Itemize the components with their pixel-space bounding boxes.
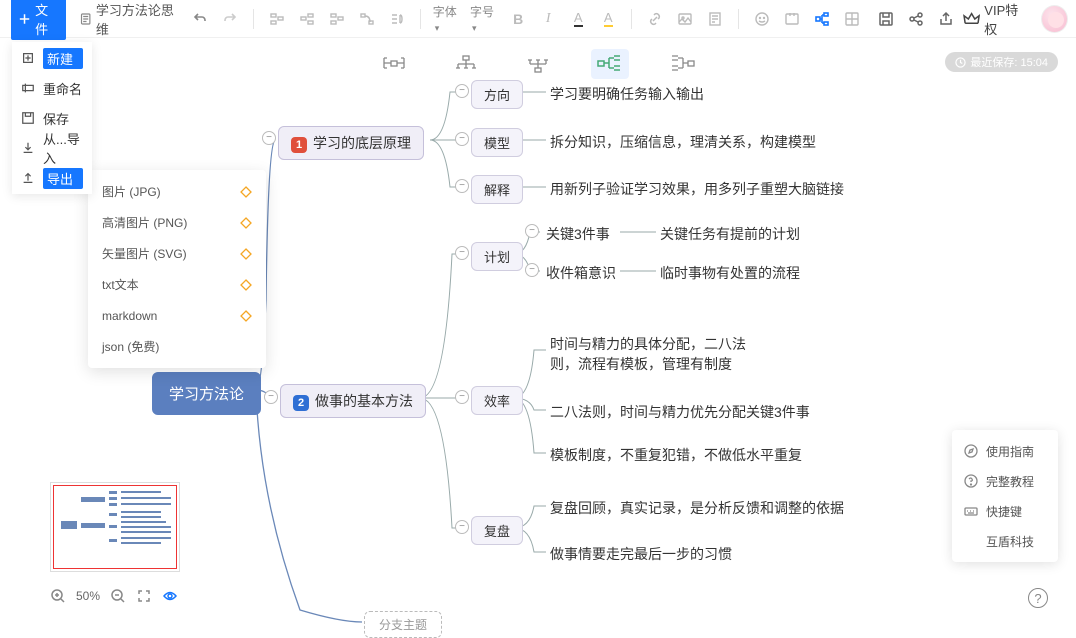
struct-option-5[interactable] xyxy=(663,49,701,79)
clock-icon xyxy=(955,57,966,68)
export-json[interactable]: json (免费) xyxy=(88,331,266,362)
node-efficiency[interactable]: 效率 xyxy=(471,386,523,415)
leaf-node[interactable]: 模板制度，不重复犯错，不做低水平重复 xyxy=(546,443,806,467)
node-plan[interactable]: 计划 xyxy=(471,242,523,271)
premium-icon xyxy=(240,217,252,229)
help-tutorial[interactable]: 完整教程 xyxy=(952,466,1058,496)
node-direction[interactable]: 方向 xyxy=(471,80,523,109)
help-company[interactable]: 互盾科技 xyxy=(952,526,1058,556)
struct-option-2[interactable] xyxy=(447,49,485,79)
node-method[interactable]: 2做事的基本方法 xyxy=(280,384,426,418)
question-icon xyxy=(964,474,978,488)
export-svg[interactable]: 矢量图片 (SVG) xyxy=(88,238,266,269)
leaf-node[interactable]: 关键任务有提前的计划 xyxy=(656,222,804,246)
leaf-node[interactable]: 关键3件事 xyxy=(542,222,614,246)
node-review[interactable]: 复盘 xyxy=(471,516,523,545)
leaf-node[interactable]: 收件箱意识 xyxy=(542,261,620,285)
export-md[interactable]: markdown xyxy=(88,300,266,331)
zoom-in-icon xyxy=(50,588,66,604)
node-explain[interactable]: 解释 xyxy=(471,175,523,204)
fullscreen-button[interactable] xyxy=(136,588,152,604)
menu-new[interactable]: 新建 xyxy=(13,43,91,73)
save-status-badge: 最近保存: 15:04 xyxy=(945,52,1058,72)
export-submenu: 图片 (JPG) 高清图片 (PNG) 矢量图片 (SVG) txt文本 mar… xyxy=(88,170,266,368)
leaf-node[interactable]: 学习要明确任务输入输出 xyxy=(546,82,708,106)
leaf-node[interactable]: 用新列子验证学习效果，用多列子重塑大脑链接 xyxy=(546,177,848,201)
collapse-toggle[interactable]: − xyxy=(455,84,469,98)
collapse-toggle[interactable]: − xyxy=(455,520,469,534)
struct-option-3[interactable] xyxy=(519,49,557,79)
zoom-controls: 50% xyxy=(50,588,178,604)
collapse-toggle[interactable]: − xyxy=(455,246,469,260)
help-button[interactable]: ? xyxy=(1028,588,1048,608)
collapse-toggle[interactable]: − xyxy=(455,132,469,146)
premium-icon xyxy=(240,248,252,260)
preview-button[interactable] xyxy=(162,588,178,604)
leaf-node[interactable]: 做事情要走完最后一步的习惯 xyxy=(546,542,736,566)
leaf-node[interactable]: 二八法则，时间与精力优先分配关键3件事 xyxy=(546,400,814,424)
menu-import[interactable]: 从...导入 xyxy=(13,133,91,163)
export-png[interactable]: 高清图片 (PNG) xyxy=(88,207,266,238)
node-principle[interactable]: 1学习的底层原理 xyxy=(278,126,424,160)
leaf-node[interactable]: 复盘回顾，真实记录，是分析反馈和调整的依据 xyxy=(546,496,848,520)
struct-option-1[interactable] xyxy=(375,49,413,79)
zoom-in-button[interactable] xyxy=(50,588,66,604)
keyboard-icon xyxy=(964,504,978,518)
zoom-out-icon xyxy=(110,588,126,604)
compass-icon xyxy=(964,444,978,458)
leaf-node[interactable]: 时间与精力的具体分配，二八法则，流程有模板，管理有制度 xyxy=(546,332,776,376)
export-txt[interactable]: txt文本 xyxy=(88,269,266,300)
node-model[interactable]: 模型 xyxy=(471,128,523,157)
collapse-toggle[interactable]: − xyxy=(262,131,276,145)
collapse-toggle[interactable]: − xyxy=(525,224,539,238)
collapse-toggle[interactable]: − xyxy=(455,179,469,193)
struct-option-4[interactable] xyxy=(591,49,629,79)
export-jpg[interactable]: 图片 (JPG) xyxy=(88,176,266,207)
leaf-node[interactable]: 临时事物有处置的流程 xyxy=(656,261,804,285)
menu-rename[interactable]: 重命名 xyxy=(13,73,91,103)
zoom-level: 50% xyxy=(76,589,100,603)
premium-icon xyxy=(240,279,252,291)
zoom-out-button[interactable] xyxy=(110,588,126,604)
leaf-node[interactable]: 拆分知识，压缩信息，理清关系，构建模型 xyxy=(546,130,820,154)
file-dropdown: 新建 重命名 保存 从...导入 导出 xyxy=(12,42,92,194)
premium-icon xyxy=(240,186,252,198)
collapse-toggle[interactable]: − xyxy=(525,263,539,277)
eye-icon xyxy=(162,588,178,604)
collapse-toggle[interactable]: − xyxy=(455,390,469,404)
structure-selector xyxy=(0,44,1076,84)
branch-placeholder[interactable]: 分支主题 xyxy=(364,611,442,638)
menu-export[interactable]: 导出 xyxy=(13,163,91,193)
help-guide[interactable]: 使用指南 xyxy=(952,436,1058,466)
root-node[interactable]: 学习方法论 xyxy=(152,372,261,415)
fullscreen-icon xyxy=(136,588,152,604)
collapse-toggle[interactable]: − xyxy=(264,390,278,404)
minimap[interactable] xyxy=(50,482,180,572)
help-panel: 使用指南 完整教程 快捷键 互盾科技 xyxy=(952,430,1058,562)
premium-icon xyxy=(240,310,252,322)
help-shortcut[interactable]: 快捷键 xyxy=(952,496,1058,526)
